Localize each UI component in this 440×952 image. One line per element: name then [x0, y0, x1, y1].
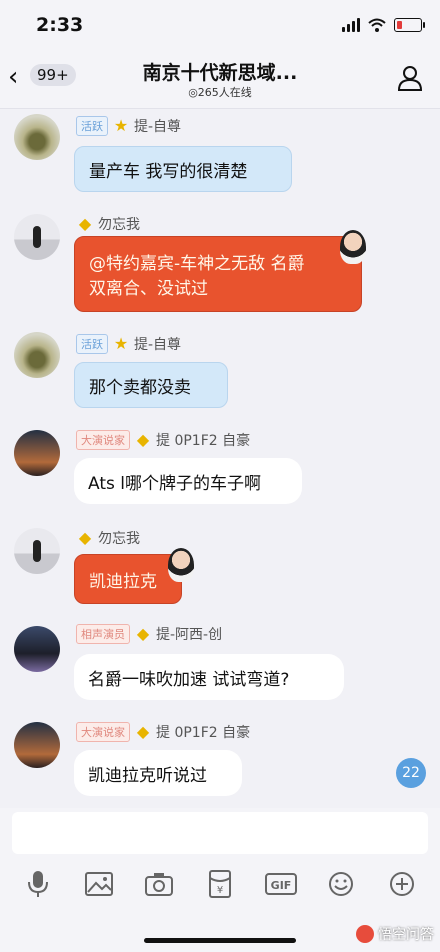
rank-badge: 大演说家 [76, 722, 130, 742]
sender-line: 相声演员 ◆ 提-阿西-创 [76, 624, 222, 644]
emoji-icon[interactable] [325, 868, 357, 900]
bubble-sticker [168, 548, 194, 582]
sender-name: 提 0P1F2 自豪 [156, 725, 251, 741]
rank-badge: 活跃 [76, 116, 108, 136]
rank-badge: 大演说家 [76, 430, 130, 450]
sender-name: 提 0P1F2 自豪 [156, 433, 251, 449]
avatar[interactable] [14, 722, 60, 768]
message-text: 那个卖都没卖 [89, 377, 191, 398]
battery-icon [394, 18, 425, 32]
sender-name: 勿忘我 [98, 531, 140, 547]
diamond-icon: ◆ [136, 624, 150, 643]
sender-name: 提-阿西-创 [156, 627, 223, 643]
online-count: ◎265人在线 [188, 86, 252, 99]
message-input[interactable] [12, 812, 428, 854]
star-icon: ★ [113, 116, 129, 135]
signal-icon [342, 18, 360, 32]
message-text: 凯迪拉克听说过 [88, 765, 207, 786]
rank-badge: 相声演员 [76, 624, 130, 644]
online-dot-icon: ◎ [188, 86, 198, 99]
message-text: @特约嘉宾-车神之无敌 名爵 [89, 254, 305, 274]
message-text: 凯迪拉克 [89, 571, 157, 592]
avatar[interactable] [14, 528, 60, 574]
avatar[interactable] [14, 626, 60, 672]
red-packet-icon[interactable]: ¥ [204, 868, 236, 900]
message-bubble[interactable]: 凯迪拉克听说过 [74, 750, 242, 796]
sender-line: 活跃 ★ 提-自尊 [76, 334, 181, 354]
mic-icon[interactable] [22, 868, 54, 900]
sender-line: 大演说家 ◆ 提 0P1F2 自豪 [76, 722, 250, 742]
chat-header: ‹ 99+ 南京十代新思域... ◎265人在线 [0, 46, 440, 109]
diamond-icon: ◆ [78, 214, 92, 233]
status-icons [342, 18, 425, 32]
watermark-logo-icon [356, 925, 374, 943]
watermark-text: 悟空问答 [378, 927, 434, 943]
message-text: 名爵一味吹加速 试试弯道? [88, 669, 290, 690]
input-area: ¥ GIF 悟空问答 [0, 808, 440, 952]
group-members-icon[interactable] [396, 64, 424, 92]
avatar[interactable] [14, 214, 60, 260]
rank-badge: 活跃 [76, 334, 108, 354]
message-bubble[interactable]: 量产车 我写的很清楚 [74, 146, 292, 192]
message-text: Ats l哪个牌子的车子啊 [88, 473, 261, 494]
sender-line: 活跃 ★ 提-自尊 [76, 116, 181, 136]
message-bubble[interactable]: 那个卖都没卖 [74, 362, 228, 408]
message-text: 量产车 我写的很清楚 [89, 161, 248, 182]
new-message-badge[interactable]: 22 [396, 758, 426, 788]
avatar[interactable] [14, 332, 60, 378]
message-list[interactable]: 活跃 ★ 提-自尊 量产车 我写的很清楚 ◆ 勿忘我 @特约嘉宾-车神之无敌 名… [0, 108, 440, 808]
sender-name: 勿忘我 [98, 217, 140, 233]
message-bubble[interactable]: 凯迪拉克 [74, 554, 182, 604]
image-icon[interactable] [83, 868, 115, 900]
message-bubble[interactable]: @特约嘉宾-车神之无敌 名爵 双离合、没试过 [74, 236, 362, 312]
sender-name: 提-自尊 [134, 119, 182, 135]
status-bar: 2:33 [0, 0, 440, 46]
svg-text:¥: ¥ [217, 885, 223, 896]
sender-name: 提-自尊 [134, 337, 182, 353]
sender-line: ◆ 勿忘我 [76, 214, 140, 234]
status-time: 2:33 [36, 14, 84, 36]
diamond-icon: ◆ [136, 722, 150, 741]
sender-line: ◆ 勿忘我 [76, 528, 140, 548]
message-text: 双离合、没试过 [89, 279, 208, 299]
camera-icon[interactable] [143, 868, 175, 900]
svg-text:GIF: GIF [270, 879, 291, 892]
diamond-icon: ◆ [78, 528, 92, 547]
gif-icon[interactable]: GIF [264, 868, 297, 900]
home-indicator[interactable] [144, 938, 296, 943]
message-bubble[interactable]: 名爵一味吹加速 试试弯道? [74, 654, 344, 700]
diamond-icon: ◆ [136, 430, 150, 449]
star-icon: ★ [113, 334, 129, 353]
avatar[interactable] [14, 114, 60, 160]
avatar[interactable] [14, 430, 60, 476]
message-bubble[interactable]: Ats l哪个牌子的车子啊 [74, 458, 302, 504]
input-toolbar: ¥ GIF [0, 868, 440, 900]
plus-icon[interactable] [386, 868, 418, 900]
group-title[interactable]: 南京十代新思域... [0, 58, 440, 85]
wifi-icon [368, 18, 386, 32]
sender-line: 大演说家 ◆ 提 0P1F2 自豪 [76, 430, 250, 450]
watermark: 悟空问答 [356, 924, 434, 944]
bubble-sticker [340, 230, 366, 264]
